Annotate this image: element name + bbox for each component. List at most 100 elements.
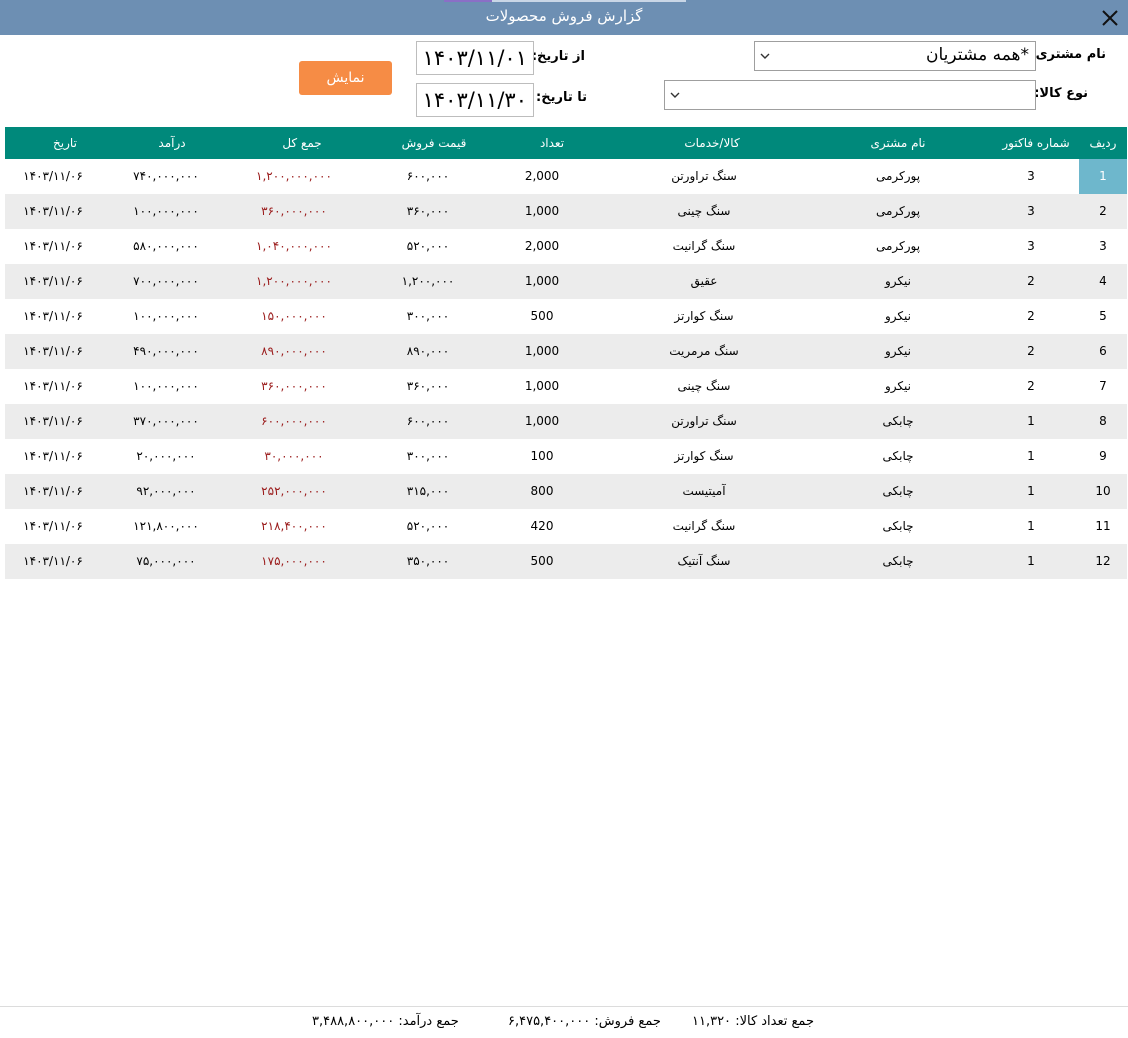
cell-date: ۱۴۰۳/۱۱/۰۶ <box>23 449 83 463</box>
cell-date: ۱۴۰۳/۱۱/۰۶ <box>23 204 83 218</box>
cell-invoice: 3 <box>1027 239 1035 253</box>
cell-total: ۳۰,۰۰۰,۰۰۰ <box>264 449 324 463</box>
to-date-input[interactable]: ۱۴۰۳/۱۱/۳۰ <box>416 83 534 117</box>
cell-income: ۱۰۰,۰۰۰,۰۰۰ <box>133 204 199 218</box>
cell-qty: 420 <box>530 519 554 533</box>
cell-income: ۵۸۰,۰۰۰,۰۰۰ <box>133 239 199 253</box>
cell-customer: چابکی <box>882 484 914 498</box>
cell-total: ۳۶۰,۰۰۰,۰۰۰ <box>261 204 327 218</box>
cell-qty: 100 <box>530 449 554 463</box>
show-button[interactable]: نمایش <box>299 61 392 95</box>
footer-divider <box>0 1006 1128 1007</box>
cell-total: ۲۵۲,۰۰۰,۰۰۰ <box>261 484 327 498</box>
close-icon <box>1102 10 1118 26</box>
qty-total-value: ۱۱,۳۲۰ <box>692 1014 732 1029</box>
table-row[interactable]: 3 3 پورکرمی سنگ گرانیت 2,000 ۵۲۰,۰۰۰ ۱,۰۴۰,۰۰۰… <box>5 229 1127 264</box>
cell-price: ۶۰۰,۰۰۰ <box>406 169 450 183</box>
cell-invoice: 1 <box>1027 484 1035 498</box>
col-income[interactable]: درآمد <box>105 127 239 159</box>
cell-customer: نیکرو <box>884 274 911 288</box>
table-row[interactable]: 1 3 پورکرمی سنگ تراورتن 2,000 ۶۰۰,۰۰۰ ۱,۲۰۰,۰۰… <box>5 159 1127 194</box>
cell-date: ۱۴۰۳/۱۱/۰۶ <box>23 484 83 498</box>
cell-radif: 9 <box>1099 449 1107 463</box>
table-row[interactable]: 6 2 نیکرو سنگ مرمریت 1,000 ۸۹۰,۰۰۰ ۸۹۰,۰۰۰,۰۰۰… <box>5 334 1127 369</box>
cell-product: سنگ تراورتن <box>671 169 737 183</box>
cell-invoice: 2 <box>1027 309 1035 323</box>
col-date[interactable]: تاریخ <box>5 127 125 159</box>
cell-customer: پورکرمی <box>875 239 921 253</box>
cell-income: ۹۲,۰۰۰,۰۰۰ <box>136 484 196 498</box>
table-row[interactable]: 7 2 نیکرو سنگ چینی 1,000 ۳۶۰,۰۰۰ ۳۶۰,۰۰۰,۰۰۰ ۱۰… <box>5 369 1127 404</box>
table-row[interactable]: 4 2 نیکرو عقیق 1,000 ۱,۲۰۰,۰۰۰ ۱,۲۰۰,۰۰۰,۰۰۰ ۷۰… <box>5 264 1127 299</box>
cell-qty: 1,000 <box>524 344 560 358</box>
close-button[interactable] <box>1096 4 1124 32</box>
cell-income: ۷۵,۰۰۰,۰۰۰ <box>136 554 196 568</box>
cell-total: ۳۶۰,۰۰۰,۰۰۰ <box>261 379 327 393</box>
col-total[interactable]: جمع کل <box>235 127 369 159</box>
cell-product: سنگ آنتیک <box>677 554 731 568</box>
qty-total-label: جمع تعداد کالا: <box>735 1014 814 1029</box>
col-product[interactable]: کالا/خدمات <box>617 127 807 159</box>
col-qty[interactable]: تعداد <box>497 127 607 159</box>
table-row[interactable]: 11 1 چابکی سنگ گرانیت 420 ۵۲۰,۰۰۰ ۲۱۸,۴۰۰,۰۰۰ ۱… <box>5 509 1127 544</box>
cell-date: ۱۴۰۳/۱۱/۰۶ <box>23 239 83 253</box>
col-price[interactable]: قیمت فروش <box>367 127 501 159</box>
cell-price: ۳۱۵,۰۰۰ <box>406 484 450 498</box>
cell-customer: چابکی <box>882 554 914 568</box>
cell-invoice: 1 <box>1027 554 1035 568</box>
from-date-input[interactable]: ۱۴۰۳/۱۱/۰۱ <box>416 41 534 75</box>
cell-date: ۱۴۰۳/۱۱/۰۶ <box>23 519 83 533</box>
cell-date: ۱۴۰۳/۱۱/۰۶ <box>23 309 83 323</box>
cell-customer: پورکرمی <box>875 169 921 183</box>
sales-total: جمع فروش: ۶,۴۷۵,۴۰۰,۰۰۰ <box>508 1014 661 1029</box>
cell-radif: 1 <box>1079 159 1127 194</box>
cell-qty: 800 <box>530 484 554 498</box>
cell-income: ۳۷۰,۰۰۰,۰۰۰ <box>133 414 199 428</box>
cell-radif: 4 <box>1099 274 1107 288</box>
sales-total-label: جمع فروش: <box>594 1014 661 1029</box>
customer-select[interactable]: *همه مشتریان <box>754 41 1036 71</box>
cell-invoice: 3 <box>1027 169 1035 183</box>
qty-total: جمع تعداد کالا: ۱۱,۳۲۰ <box>692 1014 814 1029</box>
col-radif[interactable]: ردیف <box>1079 127 1127 159</box>
cell-radif: 12 <box>1095 554 1111 568</box>
cell-radif: 5 <box>1099 309 1107 323</box>
cell-price: ۳۶۰,۰۰۰ <box>406 204 450 218</box>
title-accent <box>444 0 686 2</box>
cell-invoice: 1 <box>1027 449 1035 463</box>
cell-radif: 3 <box>1099 239 1107 253</box>
cell-price: ۳۰۰,۰۰۰ <box>406 309 450 323</box>
cell-income: ۷۰۰,۰۰۰,۰۰۰ <box>133 274 199 288</box>
cell-total: ۱۷۵,۰۰۰,۰۰۰ <box>261 554 327 568</box>
cell-price: ۳۶۰,۰۰۰ <box>406 379 450 393</box>
cell-price: ۵۲۰,۰۰۰ <box>406 519 450 533</box>
table-row[interactable]: 2 3 پورکرمی سنگ چینی 1,000 ۳۶۰,۰۰۰ ۳۶۰,۰۰۰,۰۰۰… <box>5 194 1127 229</box>
cell-product: سنگ گرانیت <box>672 239 736 253</box>
cell-customer: نیکرو <box>884 344 911 358</box>
cell-date: ۱۴۰۳/۱۱/۰۶ <box>23 169 83 183</box>
cell-qty: 1,000 <box>524 274 560 288</box>
cell-invoice: 2 <box>1027 344 1035 358</box>
table-row[interactable]: 9 1 چابکی سنگ کوارتز 100 ۳۰۰,۰۰۰ ۳۰,۰۰۰,۰۰۰ ۲۰,… <box>5 439 1127 474</box>
cell-invoice: 2 <box>1027 274 1035 288</box>
cell-price: ۵۲۰,۰۰۰ <box>406 239 450 253</box>
col-customer[interactable]: نام مشتری <box>805 127 991 159</box>
cell-income: ۱۲۱,۸۰۰,۰۰۰ <box>133 519 199 533</box>
table-row[interactable]: 12 1 چابکی سنگ آنتیک 500 ۳۵۰,۰۰۰ ۱۷۵,۰۰۰,۰۰۰ ۷۵… <box>5 544 1127 579</box>
cell-radif: 6 <box>1099 344 1107 358</box>
table-row[interactable]: 8 1 چابکی سنگ تراورتن 1,000 ۶۰۰,۰۰۰ ۶۰۰,۰۰۰,۰۰… <box>5 404 1127 439</box>
cell-price: ۳۰۰,۰۰۰ <box>406 449 450 463</box>
title-bar: گزارش فروش محصولات <box>0 0 1128 35</box>
product-label: نوع کالا: <box>1034 86 1088 101</box>
product-select[interactable] <box>664 80 1036 110</box>
from-date-label: از تاریخ: <box>531 49 585 64</box>
table-row[interactable]: 5 2 نیکرو سنگ کوارتز 500 ۳۰۰,۰۰۰ ۱۵۰,۰۰۰,۰۰۰ ۱۰… <box>5 299 1127 334</box>
cell-qty: 1,000 <box>524 379 560 393</box>
chevron-down-icon <box>760 53 770 59</box>
cell-income: ۷۴۰,۰۰۰,۰۰۰ <box>133 169 199 183</box>
table-row[interactable]: 10 1 چابکی آمیتیست 800 ۳۱۵,۰۰۰ ۲۵۲,۰۰۰,۰۰۰ ۹۲,۰… <box>5 474 1127 509</box>
table-body: 1 3 پورکرمی سنگ تراورتن 2,000 ۶۰۰,۰۰۰ ۱,۲۰۰,۰۰… <box>5 159 1127 579</box>
cell-income: ۲۰,۰۰۰,۰۰۰ <box>136 449 196 463</box>
col-invoice[interactable]: شماره فاکتور <box>991 127 1081 159</box>
cell-qty: 1,000 <box>524 204 560 218</box>
